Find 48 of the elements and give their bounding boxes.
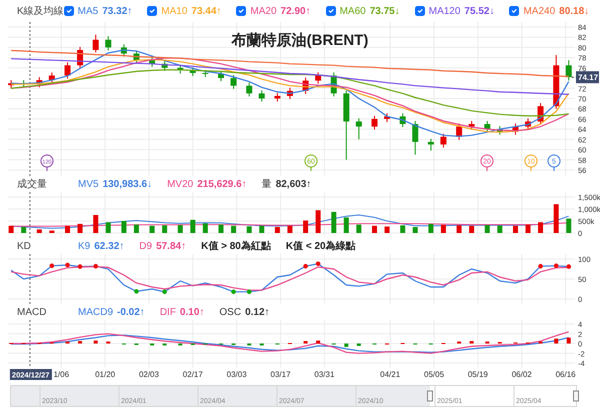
price-tag: 74.17 (576, 71, 599, 84)
date-label: 02/03 (138, 370, 159, 379)
legend-value: 75.52↓ (464, 4, 494, 18)
legend-value: -0.02↑ (117, 306, 145, 320)
legend-value: 62.32↑ (94, 240, 124, 254)
legend-value: 82,603↑ (276, 178, 312, 192)
legend-value: 73.75↓ (370, 4, 400, 18)
date-label: 05/05 (424, 370, 444, 379)
legend-label: DIF (160, 306, 176, 320)
legend-label: K9 (78, 240, 90, 254)
legend-value: 72.90↑ (280, 4, 311, 18)
legend-note: K值 > 80為紅點 (201, 240, 271, 254)
legend-value: 57.84↑ (156, 240, 186, 254)
legend-label: OSC (219, 306, 242, 320)
legend-label: D9 (139, 240, 152, 254)
legend-label: MV20 (167, 178, 194, 192)
legend-note: K值 < 20為綠點 (286, 240, 356, 254)
date-label: 06/16 (556, 370, 576, 379)
legend-value: 0.10↑ (180, 306, 204, 320)
date-label: 02/17 (182, 370, 203, 379)
legend-value: 73.32↑ (102, 4, 132, 18)
legend-label: MA120 (428, 4, 460, 18)
legend-value: 80.18↓ (559, 4, 590, 18)
date-label: 03/03 (226, 370, 247, 379)
date-label: 06/02 (512, 370, 532, 379)
date-label: 01/20 (95, 370, 116, 379)
legend-label: MACD9 (78, 306, 114, 320)
section-label: MACD (17, 306, 48, 320)
date-label: 03/31 (314, 370, 334, 379)
date-label: 03/17 (270, 370, 291, 379)
date-label: 05/19 (468, 370, 488, 379)
legend-label: MA5 (78, 4, 98, 18)
legend-label: MA10 (161, 4, 188, 18)
legend-label: MA20 (250, 4, 277, 18)
chart-title: 布蘭特原油(BRENT) (232, 31, 368, 51)
section-label: KD (17, 240, 32, 254)
legend-value: 73.44↑ (191, 4, 222, 18)
date-label: 1/06 (53, 370, 70, 379)
legend-value: 0.12↑ (245, 306, 270, 320)
legend-value: 130,983.6↓ (102, 178, 152, 192)
legend-label: MA240 (523, 4, 556, 18)
legend-label: 量 (262, 178, 272, 192)
legend-label: MA60 (340, 4, 366, 18)
section-label: 成交量 (17, 178, 48, 192)
date-label: 04/21 (380, 370, 400, 379)
section-label: K線及均線 (17, 4, 64, 18)
legend-value: 215,629.6↑ (197, 178, 247, 192)
legend-label: MV5 (78, 178, 99, 192)
